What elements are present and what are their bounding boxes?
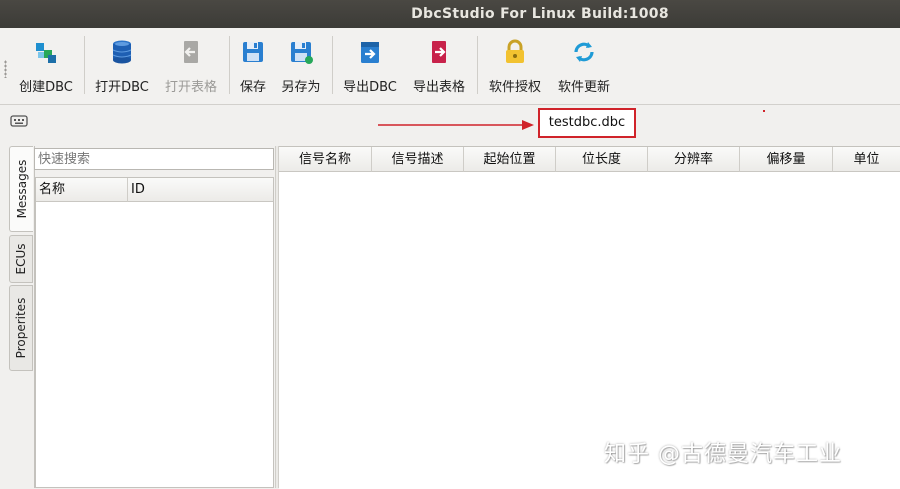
tab-messages-label: Messages [14, 159, 29, 219]
save-icon [243, 42, 263, 62]
column-header-signal-desc[interactable]: 信号描述 [372, 147, 464, 172]
open-dbc-label: 打开DBC [95, 80, 149, 95]
watermark: 知乎 @古德曼汽车工业 [604, 442, 842, 467]
messages-table[interactable]: 名称 ID [35, 177, 274, 488]
open-sheet-icon [184, 41, 198, 63]
export-dbc-icon [361, 42, 379, 63]
license-label: 软件授权 [488, 80, 541, 95]
create-dbc-label: 创建DBC [19, 80, 73, 95]
tab-messages[interactable]: Messages [9, 146, 33, 232]
create-dbc-icon [36, 43, 56, 63]
license-button[interactable]: 软件授权 [482, 30, 548, 100]
toolbar-grip[interactable] [4, 60, 7, 78]
save-label: 保存 [239, 80, 266, 95]
annotation-arrow [378, 120, 534, 130]
lock-icon [506, 39, 524, 63]
window-title: DbcStudio For Linux Build:1008 [411, 6, 669, 22]
update-label: 软件更新 [557, 80, 610, 95]
export-sheet-label: 导出表格 [412, 80, 465, 95]
column-header-offset[interactable]: 偏移量 [740, 147, 833, 172]
column-header-factor[interactable]: 分辨率 [648, 147, 740, 172]
update-button[interactable]: 软件更新 [552, 30, 616, 100]
keyboard-icon[interactable] [10, 114, 28, 128]
export-sheet-button[interactable]: 导出表格 [406, 30, 472, 100]
column-header-unit[interactable]: 单位 [833, 147, 900, 172]
column-header-start-bit[interactable]: 起始位置 [464, 147, 556, 172]
file-tab-testdbc[interactable]: testdbc.dbc [538, 108, 636, 138]
column-header-signal-name[interactable]: 信号名称 [279, 147, 372, 172]
export-dbc-label: 导出DBC [343, 80, 397, 95]
column-header-bit-length[interactable]: 位长度 [556, 147, 648, 172]
open-sheet-button[interactable]: 打开表格 [158, 30, 224, 100]
export-sheet-icon [432, 41, 446, 63]
side-tab-bar: Messages ECUs Properites [9, 146, 34, 488]
toolbar-separator [84, 36, 85, 94]
save-button[interactable]: 保存 [234, 30, 272, 100]
save-as-icon [291, 42, 313, 64]
open-sheet-label: 打开表格 [164, 80, 217, 95]
quick-search-input[interactable] [34, 148, 274, 170]
column-header-name[interactable]: 名称 [36, 178, 128, 202]
annotation-dot [763, 110, 765, 112]
column-header-id[interactable]: ID [128, 178, 273, 202]
toolbar-separator [332, 36, 333, 94]
database-icon [112, 40, 132, 64]
toolbar-separator [477, 36, 478, 94]
window-titlebar: DbcStudio For Linux Build:1008 [0, 0, 900, 28]
open-dbc-button[interactable]: 打开DBC [90, 30, 154, 100]
tab-ecus-label: ECUs [14, 243, 28, 275]
toolbar-separator [229, 36, 230, 94]
save-as-label: 另存为 [281, 80, 321, 95]
refresh-icon [574, 42, 594, 62]
export-dbc-button[interactable]: 导出DBC [338, 30, 402, 100]
tab-properites[interactable]: Properites [9, 285, 33, 371]
tab-properites-label: Properites [14, 297, 28, 359]
save-as-button[interactable]: 另存为 [276, 30, 326, 100]
tab-ecus[interactable]: ECUs [9, 235, 33, 283]
create-dbc-button[interactable]: 创建DBC [14, 30, 78, 100]
